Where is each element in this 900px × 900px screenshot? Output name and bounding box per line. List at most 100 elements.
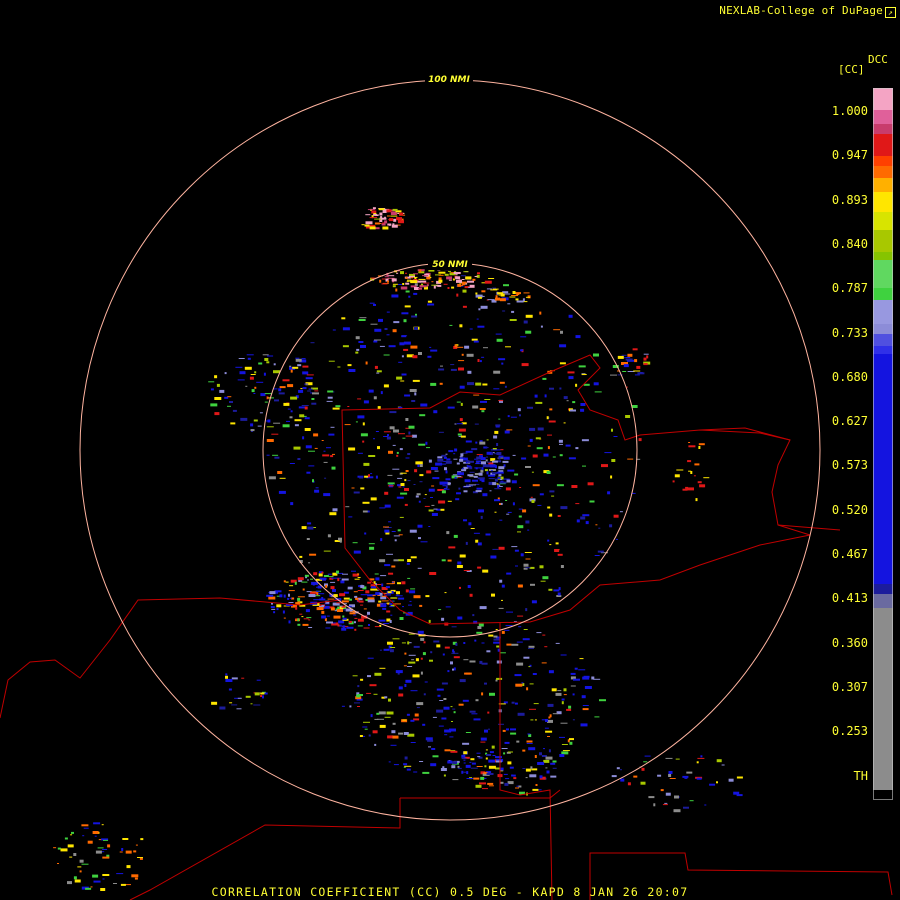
radar-echo (446, 276, 453, 280)
radar-echo (405, 589, 409, 593)
radar-echo (433, 410, 438, 414)
radar-echo (399, 342, 405, 346)
radar-echo (459, 324, 463, 328)
radar-echo (381, 600, 389, 602)
radar-echo (561, 751, 569, 755)
radar-echo (83, 827, 89, 829)
radar-echo (526, 740, 533, 743)
radar-echo (278, 490, 286, 494)
radar-echo (312, 479, 314, 483)
radar-echo (696, 777, 702, 780)
radar-echo (598, 527, 601, 529)
radar-echo (472, 614, 475, 617)
radar-echo (469, 660, 476, 663)
radar-echo (686, 771, 693, 774)
radar-echo (495, 297, 500, 301)
radar-echo (386, 711, 394, 715)
radar-echo (384, 716, 391, 718)
radar-echo (293, 446, 301, 450)
radar-echo (430, 763, 437, 767)
radar-echo (60, 848, 68, 852)
radar-echo (657, 774, 662, 777)
radar-echo (332, 589, 336, 592)
radar-echo (302, 365, 309, 368)
radar-echo (689, 800, 694, 802)
radar-echo (509, 296, 516, 298)
radar-echo (432, 477, 440, 480)
radar-echo (463, 468, 467, 470)
radar-echo (417, 524, 423, 528)
radar-echo (497, 485, 500, 489)
radar-echo (308, 627, 313, 628)
radar-echo (308, 594, 316, 597)
radar-echo (569, 741, 573, 745)
radar-echo (404, 394, 411, 397)
radar-echo (312, 584, 315, 586)
radar-echo (604, 452, 612, 454)
radar-echo (258, 362, 263, 365)
radar-echo (348, 516, 353, 518)
radar-echo (306, 471, 311, 474)
radar-echo (459, 385, 465, 389)
legend-label: 0.947 (831, 148, 868, 163)
radar-echo (514, 702, 518, 705)
radar-echo (475, 539, 479, 543)
radar-echo (392, 329, 397, 333)
radar-echo (399, 212, 404, 216)
radar-echo (336, 570, 339, 574)
radar-echo (405, 679, 412, 683)
radar-echo (339, 540, 342, 543)
radar-echo (477, 566, 482, 569)
radar-echo (532, 673, 537, 675)
radar-echo (428, 746, 431, 748)
radar-echo (372, 730, 378, 734)
external-link-icon[interactable]: ↗ (885, 7, 896, 18)
credit-text-wrapper[interactable]: NEXLAB-College of DuPage ↗ (719, 4, 896, 18)
radar-echo (418, 500, 421, 503)
radar-echo (308, 619, 311, 621)
radar-echo (458, 367, 464, 371)
radar-echo (528, 647, 534, 649)
radar-echo (510, 732, 517, 735)
radar-echo (318, 573, 323, 577)
radar-echo (501, 584, 505, 588)
radar-echo (390, 744, 397, 746)
radar-echo (683, 806, 689, 809)
radar-echo (392, 735, 399, 739)
credit-text[interactable]: NEXLAB-College of DuPage (719, 4, 883, 17)
radar-echo (274, 456, 280, 459)
radar-echo (393, 321, 400, 324)
radar-echo (316, 607, 324, 611)
radar-echo (465, 764, 471, 768)
radar-echo (367, 209, 375, 211)
radar-echo (359, 735, 363, 737)
radar-echo (447, 406, 455, 409)
radar-echo (437, 284, 442, 287)
radar-echo (531, 500, 535, 503)
radar-echo (387, 485, 394, 487)
radar-echo (319, 606, 324, 607)
radar-echo (299, 555, 303, 558)
radar-echo (332, 329, 336, 331)
radar-echo (491, 460, 498, 463)
radar-echo (345, 506, 350, 508)
radar-echo (344, 424, 351, 426)
radar-echo (453, 272, 461, 274)
radar-echo (386, 610, 391, 613)
radar-echo (245, 385, 248, 387)
radar-echo (544, 394, 547, 398)
legend-color-block (873, 354, 893, 585)
radar-echo (393, 429, 399, 433)
radar-echo (348, 447, 356, 451)
radar-echo (126, 865, 131, 869)
radar-echo (360, 594, 368, 596)
radar-echo (339, 593, 346, 597)
radar-echo (364, 475, 369, 478)
radar-echo (437, 694, 441, 697)
radar-echo (525, 777, 528, 779)
radar-echo (441, 490, 446, 494)
radar-echo (481, 642, 485, 644)
radar-echo (644, 755, 651, 757)
radar-echo (113, 883, 117, 884)
radar-echo (453, 458, 458, 460)
